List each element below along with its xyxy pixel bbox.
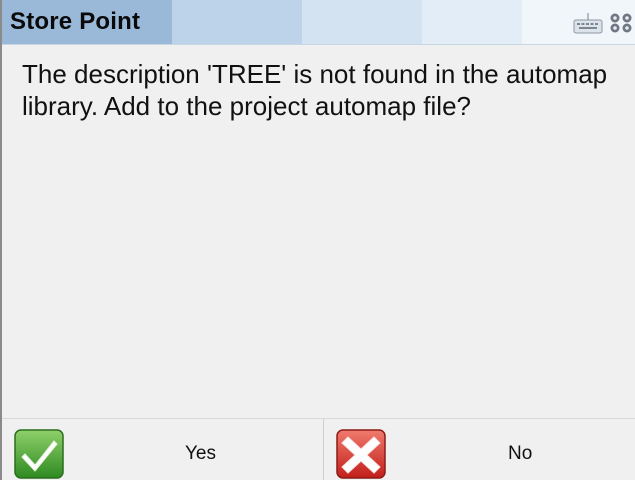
- button-bar: Yes No: [2, 418, 635, 480]
- no-button-label: No: [508, 443, 533, 464]
- dialog-message: The description 'TREE' is not found in t…: [22, 59, 608, 121]
- store-point-dialog: Store Point The description 'TREE' is no…: [0, 0, 635, 480]
- yes-button-label: Yes: [185, 443, 216, 464]
- yes-button[interactable]: Yes: [2, 419, 322, 480]
- title-bar: Store Point: [2, 0, 635, 45]
- keyboard-icon[interactable]: [573, 12, 603, 34]
- x-icon: [336, 429, 386, 479]
- dialog-title: Store Point: [10, 8, 141, 35]
- check-icon: [14, 429, 64, 479]
- gear-icon[interactable]: [609, 12, 633, 34]
- no-button[interactable]: No: [323, 419, 635, 480]
